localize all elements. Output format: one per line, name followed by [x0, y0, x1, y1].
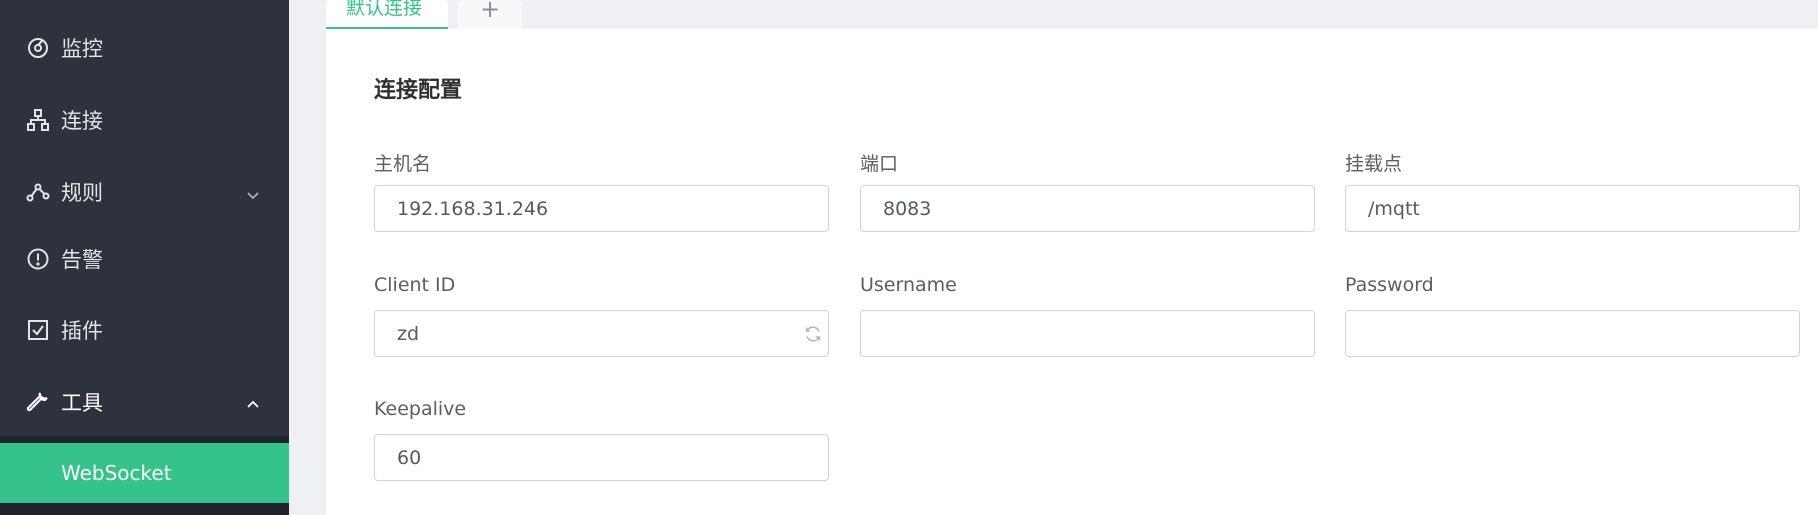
plus-icon: +	[479, 0, 501, 23]
path-input[interactable]	[1345, 185, 1800, 232]
keepalive-label: Keepalive	[374, 398, 467, 420]
cluster-icon	[25, 107, 51, 133]
tab-bar: 默认连接 +	[326, 0, 522, 29]
path-label: 挂载点	[1345, 153, 1403, 175]
submenu-item-websocket[interactable]: WebSocket	[0, 443, 289, 503]
checkbox-icon	[25, 317, 51, 343]
chevron-down-icon	[245, 184, 261, 200]
sidebar-item-label: 连接	[61, 109, 103, 133]
sidebar-item-label: 规则	[61, 181, 103, 205]
tab-default-connection[interactable]: 默认连接	[326, 0, 448, 29]
wrench-icon	[25, 389, 51, 415]
sidebar-item-tools[interactable]: 工具	[0, 372, 289, 432]
password-label: Password	[1345, 274, 1434, 296]
port-label: 端口	[860, 153, 899, 175]
sidebar-item-connections[interactable]: 连接	[0, 90, 289, 150]
rule-icon	[25, 179, 51, 205]
sidebar-item-label: 工具	[61, 391, 103, 415]
alert-icon	[25, 246, 51, 272]
sidebar-item-monitor[interactable]: 监控	[0, 18, 289, 78]
dashboard-icon	[25, 35, 51, 61]
sidebar-item-plugins[interactable]: 插件	[0, 300, 289, 360]
client-id-label: Client ID	[374, 274, 456, 296]
password-input[interactable]	[1345, 310, 1800, 357]
sidebar-item-label: 告警	[61, 248, 103, 272]
host-input[interactable]	[374, 185, 829, 232]
sidebar: 监控 连接 规则 告警 插件 工具 WebSocket	[0, 0, 289, 515]
sidebar-item-label: 监控	[61, 37, 103, 61]
sidebar-item-rules[interactable]: 规则	[0, 162, 289, 222]
username-input[interactable]	[860, 310, 1315, 357]
add-tab-button[interactable]: +	[458, 0, 522, 29]
tab-label: 默认连接	[346, 0, 423, 19]
refresh-icon[interactable]	[804, 325, 822, 343]
port-input[interactable]	[860, 185, 1315, 232]
section-title: 连接配置	[374, 78, 463, 103]
sidebar-item-alerts[interactable]: 告警	[0, 229, 289, 289]
sidebar-item-label: 插件	[61, 319, 103, 343]
submenu-item-label: WebSocket	[61, 461, 172, 485]
host-label: 主机名	[374, 153, 432, 175]
chevron-up-icon	[245, 394, 261, 410]
keepalive-input[interactable]	[374, 434, 829, 481]
client-id-input[interactable]	[374, 310, 829, 357]
username-label: Username	[860, 274, 957, 296]
connection-config-card: 连接配置 主机名 端口 挂载点 Client ID Username Passw…	[326, 29, 1818, 515]
